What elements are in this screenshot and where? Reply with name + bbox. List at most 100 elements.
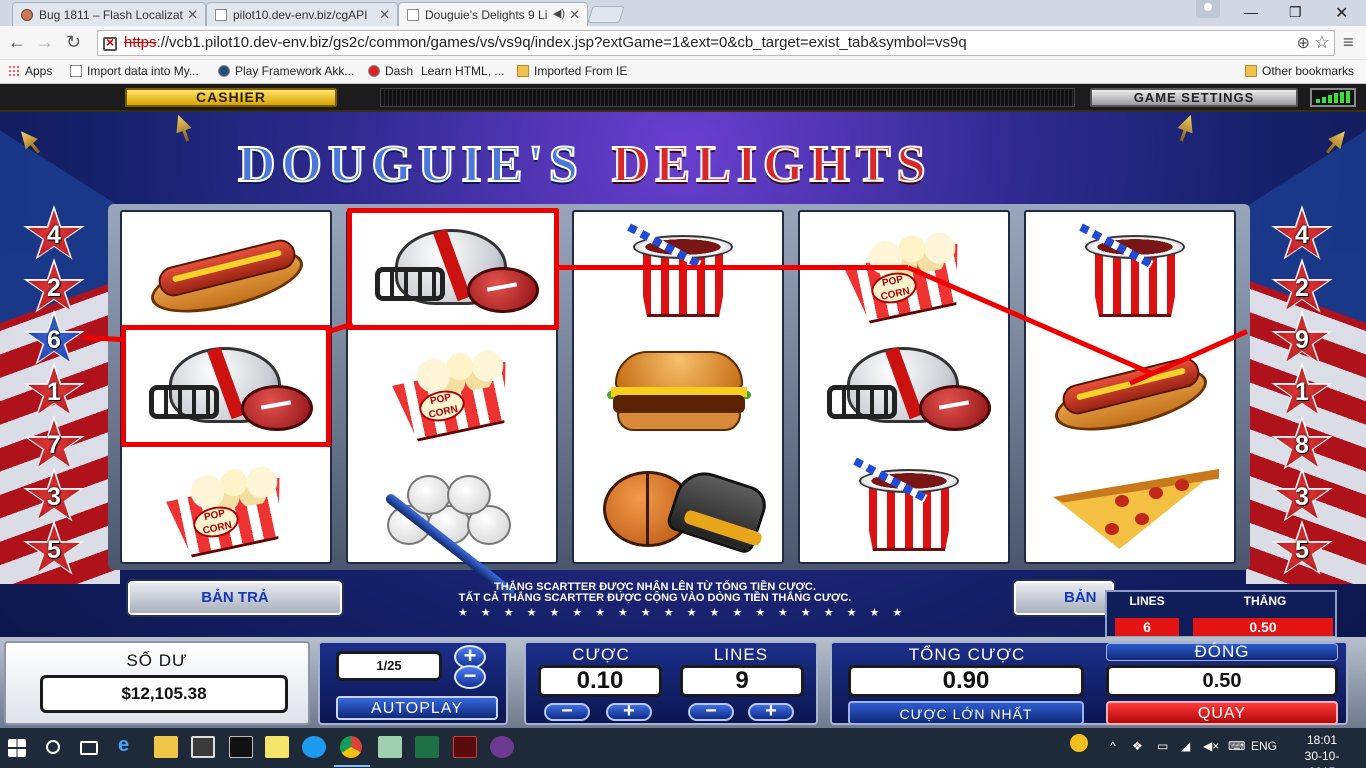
connection-signal-icon bbox=[1310, 88, 1356, 107]
lines-plus-button[interactable]: + bbox=[748, 701, 794, 721]
wifi-icon[interactable]: ◢ bbox=[1181, 739, 1190, 753]
lines-label: LINES bbox=[713, 645, 769, 664]
page-icon bbox=[70, 65, 82, 77]
bookmark-play-framework[interactable]: Play Framework Akk... bbox=[218, 64, 354, 78]
address-bar[interactable]: https://vcb1.pilot10.dev-env.biz/gs2c/co… bbox=[97, 30, 1335, 56]
windows-start-icon[interactable] bbox=[8, 739, 26, 757]
symbol-drink bbox=[574, 214, 782, 330]
flash-icon[interactable] bbox=[453, 736, 477, 758]
input-language[interactable]: ENG bbox=[1251, 739, 1277, 753]
bet-value: 0.10 bbox=[538, 665, 662, 697]
chrome-menu-icon[interactable]: ≡ bbox=[1343, 32, 1354, 53]
bookmark-learn-html[interactable]: Learn HTML, ... bbox=[421, 64, 504, 78]
app-icon[interactable] bbox=[490, 736, 514, 758]
winning-symbol-highlight bbox=[347, 208, 559, 330]
reload-icon[interactable]: ↻ bbox=[66, 32, 81, 53]
insecure-lock-icon[interactable] bbox=[103, 34, 117, 51]
slot-game: CASHIER GAME SETTINGS DOUGUIE'S DELIGHTS … bbox=[0, 84, 1366, 728]
zoom-icon[interactable]: ⊕ bbox=[1297, 33, 1310, 53]
bookmark-star-icon[interactable]: ☆ bbox=[1314, 32, 1330, 53]
balance-label: SỐ DƯ bbox=[126, 651, 188, 670]
search-icon[interactable] bbox=[46, 740, 60, 754]
pay-table-button[interactable]: BẢN TRẢ bbox=[128, 581, 342, 615]
tab-bug-1811[interactable]: Bug 1811 – Flash Localizat ✕ bbox=[12, 2, 206, 26]
tab-title: Douguie's Delights 9 Li bbox=[425, 8, 548, 22]
notepad-icon[interactable] bbox=[265, 736, 289, 758]
bet-panel: CƯỢC LINES 0.10 9 − + − + bbox=[524, 641, 818, 725]
page-favicon-icon bbox=[215, 9, 227, 21]
minimize-window-icon[interactable]: — bbox=[1244, 4, 1258, 20]
symbol-popcorn: POP CORN bbox=[800, 214, 1008, 330]
close-tab-icon[interactable]: ✕ bbox=[569, 7, 580, 23]
tab-cgapi[interactable]: pilot10.dev-env.biz/cgAPI ✕ bbox=[206, 2, 398, 26]
battery-icon[interactable]: ▭ bbox=[1157, 739, 1168, 753]
notes-icon[interactable] bbox=[378, 736, 402, 758]
browser-toolbar: ← → ↻ https://vcb1.pilot10.dev-env.biz/g… bbox=[0, 26, 1366, 60]
bookmark-dash[interactable]: Dash bbox=[368, 64, 413, 78]
close-tab-icon[interactable]: ✕ bbox=[187, 7, 198, 23]
win-amount-value: 0.50 bbox=[1193, 618, 1333, 636]
alert-icon[interactable] bbox=[1070, 734, 1088, 752]
volume-muted-icon[interactable]: ◀× bbox=[1203, 739, 1219, 753]
user-profile-icon[interactable] bbox=[1196, 0, 1220, 18]
symbol-helmet bbox=[800, 332, 1008, 448]
network-tray-icon[interactable]: ❖ bbox=[1132, 739, 1143, 753]
lines-minus-button[interactable]: − bbox=[688, 701, 734, 721]
message-ticker bbox=[380, 88, 1075, 107]
win-lines-value: 6 bbox=[1115, 618, 1179, 636]
folder-icon bbox=[517, 65, 529, 77]
system-clock[interactable]: 18:01 30-10-2015 bbox=[1292, 732, 1352, 768]
autoplay-minus-button[interactable]: − bbox=[454, 665, 486, 689]
close-window-icon[interactable]: ✕ bbox=[1335, 3, 1348, 23]
symbol-basketball-shoe bbox=[574, 448, 782, 564]
show-hidden-icons-icon[interactable]: ^ bbox=[1110, 739, 1116, 753]
url-text[interactable]: https://vcb1.pilot10.dev-env.biz/gs2c/co… bbox=[124, 34, 967, 51]
symbol-pizza bbox=[1026, 448, 1234, 564]
apps-grid-icon bbox=[8, 65, 20, 77]
skype-icon[interactable] bbox=[302, 736, 326, 758]
bookmark-import-data[interactable]: Import data into My... bbox=[70, 64, 199, 78]
collect-value: 0.50 bbox=[1106, 665, 1338, 697]
bet-minus-button[interactable]: − bbox=[544, 701, 590, 721]
restore-window-icon[interactable]: ❐ bbox=[1289, 4, 1302, 21]
spin-button[interactable]: QUAY bbox=[1106, 701, 1338, 725]
chrome-icon[interactable] bbox=[334, 736, 370, 767]
clock-time: 18:01 bbox=[1306, 733, 1338, 747]
control-bar: SỐ DƯ $12,105.38 1/25 + − AUTOPLAY CƯỢC … bbox=[0, 637, 1366, 728]
store-icon[interactable] bbox=[191, 736, 215, 758]
winning-payline-segment bbox=[556, 265, 908, 270]
game-logo: DOUGUIE'S DELIGHTS bbox=[237, 138, 1133, 192]
winning-symbol-highlight bbox=[121, 325, 331, 447]
back-arrow-icon[interactable]: ← bbox=[8, 32, 26, 53]
bookmark-imported-from-ie[interactable]: Imported From IE bbox=[517, 64, 627, 78]
cashier-button[interactable]: CASHIER bbox=[125, 88, 337, 107]
pay-table-button-right[interactable]: BẢN bbox=[1014, 581, 1114, 615]
close-tab-icon[interactable]: ✕ bbox=[379, 7, 390, 23]
spear-tip-icon bbox=[1174, 112, 1199, 144]
bookmark-apps[interactable]: Apps bbox=[8, 64, 52, 78]
windows-taskbar: e ^ ❖ ▭ ◢ ◀× ⌨ ENG 18:01 30-10-2015 bbox=[0, 728, 1366, 768]
excel-icon[interactable] bbox=[415, 736, 439, 758]
autoplay-button[interactable]: AUTOPLAY bbox=[336, 696, 498, 720]
game-settings-button[interactable]: GAME SETTINGS bbox=[1090, 88, 1298, 107]
balance-panel: SỐ DƯ $12,105.38 bbox=[4, 641, 310, 725]
file-explorer-icon[interactable] bbox=[154, 736, 178, 758]
balance-value: $12,105.38 bbox=[40, 675, 288, 713]
bug-favicon-icon bbox=[21, 9, 33, 21]
symbol-baseball bbox=[348, 448, 556, 599]
edge-browser-icon[interactable]: e bbox=[118, 734, 142, 756]
bookmark-other[interactable]: Other bookmarks bbox=[1245, 64, 1354, 78]
cmd-icon[interactable] bbox=[229, 736, 253, 758]
autoplay-counter: 1/25 bbox=[336, 651, 442, 681]
max-bet-button[interactable]: CƯỢC LỚN NHẤT bbox=[848, 701, 1084, 725]
keyboard-icon[interactable]: ⌨ bbox=[1228, 739, 1245, 753]
forward-arrow-icon[interactable]: → bbox=[36, 32, 54, 53]
reel-4: POP CORN bbox=[798, 210, 1010, 564]
new-tab-button[interactable] bbox=[587, 6, 625, 23]
bet-plus-button[interactable]: + bbox=[606, 701, 652, 721]
tab-douguies-delights[interactable]: Douguie's Delights 9 Li ◀) ✕ bbox=[398, 2, 588, 26]
total-bet-value: 0.90 bbox=[848, 665, 1084, 697]
tab-title: Bug 1811 – Flash Localizat bbox=[39, 8, 183, 22]
bet-label: CƯỢC bbox=[572, 645, 630, 664]
task-view-icon[interactable] bbox=[80, 741, 98, 755]
